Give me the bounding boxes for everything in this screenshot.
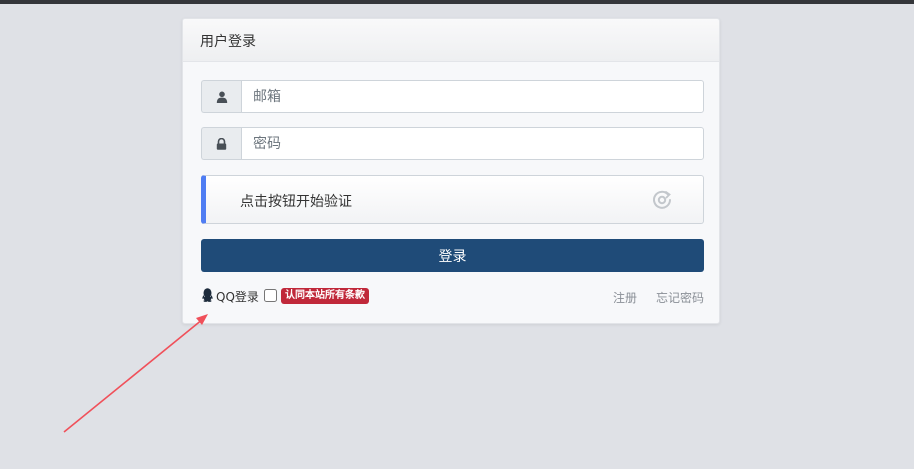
- email-input[interactable]: [241, 80, 704, 113]
- refresh-icon: [651, 189, 673, 211]
- qq-login-label: QQ登录: [216, 290, 259, 304]
- top-bar: [0, 0, 914, 4]
- user-icon: [201, 80, 241, 113]
- lock-icon: [201, 127, 241, 160]
- email-input-group: [201, 80, 704, 113]
- forgot-password-link[interactable]: 忘记密码: [656, 289, 704, 306]
- agree-terms-checkbox[interactable]: [264, 289, 277, 302]
- terms-badge: 认同本站所有条款: [281, 288, 369, 304]
- login-card: 用户登录 点击按钮开始验证 登录: [182, 18, 720, 324]
- login-footer: QQ登录 认同本站所有条款 注册 忘记密码: [201, 288, 704, 306]
- captcha-label: 点击按钮开始验证: [240, 194, 352, 210]
- password-input[interactable]: [241, 127, 704, 160]
- password-input-group: [201, 127, 704, 160]
- qq-icon: [201, 288, 216, 305]
- card-title: 用户登录: [183, 19, 719, 62]
- qq-login-link[interactable]: QQ登录: [201, 288, 259, 305]
- login-button[interactable]: 登录: [201, 239, 704, 272]
- register-link[interactable]: 注册: [613, 289, 637, 306]
- captcha-button[interactable]: 点击按钮开始验证: [201, 175, 704, 224]
